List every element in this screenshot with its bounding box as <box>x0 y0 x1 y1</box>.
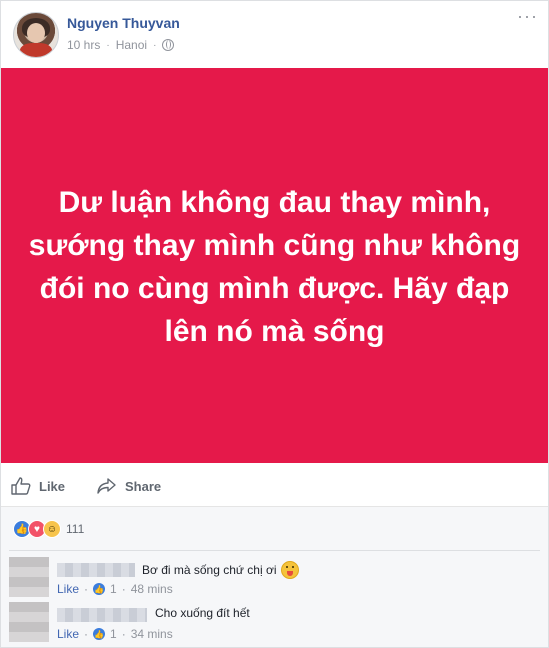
commenter-avatar[interactable] <box>9 602 49 642</box>
meta-separator: · <box>84 582 89 596</box>
share-arrow-icon <box>97 478 116 494</box>
post-location[interactable]: Hanoi <box>116 38 147 52</box>
comment-like-count[interactable]: 1 <box>110 627 117 641</box>
share-label: Share <box>125 478 162 494</box>
post-time[interactable]: 10 hrs <box>67 38 100 52</box>
comment-time[interactable]: 48 mins <box>131 582 173 596</box>
comment-time[interactable]: 34 mins <box>131 627 173 641</box>
comments-section: 👍 ♥ ☺ 111 Bơ đi mà sống chứ chị ơi Like … <box>1 506 548 647</box>
meta-separator: · <box>121 627 126 641</box>
comment-meta: Like · 👍 1 · 48 mins <box>57 582 173 596</box>
meta-separator-2: · <box>153 39 157 51</box>
comment-text: Cho xuống đít hết <box>155 606 250 620</box>
comment-meta: Like · 👍 1 · 34 mins <box>57 627 173 641</box>
like-count-icon: 👍 <box>93 583 106 595</box>
author-avatar[interactable] <box>13 12 59 58</box>
post-meta: 10 hrs · Hanoi · <box>67 38 175 52</box>
post-header: Nguyen Thuyvan 10 hrs · Hanoi · ··· <box>1 1 548 67</box>
commenter-name-blurred[interactable] <box>57 563 135 577</box>
like-count-icon: 👍 <box>93 628 106 640</box>
post-image[interactable]: Dư luận không đau thay mình, sướng thay … <box>1 68 548 463</box>
globe-icon <box>162 39 175 51</box>
meta-separator: · <box>106 39 110 51</box>
post-image-text: Dư luận không đau thay mình, sướng thay … <box>28 185 521 348</box>
avatar-shirt <box>20 43 52 57</box>
haha-reaction-icon: ☺ <box>43 520 61 538</box>
meta-separator: · <box>121 582 126 596</box>
comment-like-link[interactable]: Like <box>57 582 79 596</box>
share-button[interactable]: Share <box>97 477 161 495</box>
commenter-avatar[interactable] <box>9 557 49 597</box>
comment: Cho xuống đít hết Like · 👍 1 · 34 mins <box>9 600 540 645</box>
divider <box>9 550 540 551</box>
reaction-count: 111 <box>66 522 85 536</box>
comment-text: Bơ đi mà sống chứ chị ơi <box>142 561 299 579</box>
post-card: Nguyen Thuyvan 10 hrs · Hanoi · ··· Dư l… <box>0 0 549 648</box>
author-name[interactable]: Nguyen Thuyvan <box>67 15 180 31</box>
meta-separator: · <box>84 627 89 641</box>
thumbs-up-icon <box>11 477 31 495</box>
comment-like-link[interactable]: Like <box>57 627 79 641</box>
comment: Bơ đi mà sống chứ chị ơi Like · 👍 1 · 48… <box>9 555 540 600</box>
avatar-face <box>27 23 45 43</box>
more-icon[interactable]: ··· <box>517 7 538 25</box>
comment-body: Cho xuống đít hết <box>155 606 250 620</box>
reactions-summary[interactable]: 👍 ♥ ☺ 111 <box>13 520 84 538</box>
like-label: Like <box>39 478 66 494</box>
comment-like-count[interactable]: 1 <box>110 582 117 596</box>
commenter-name-blurred[interactable] <box>57 608 147 622</box>
tongue-emoji-icon <box>280 561 299 579</box>
like-button[interactable]: Like <box>11 477 65 495</box>
post-actions: Like Share <box>1 467 548 505</box>
comment-body: Bơ đi mà sống chứ chị ơi <box>142 563 277 577</box>
